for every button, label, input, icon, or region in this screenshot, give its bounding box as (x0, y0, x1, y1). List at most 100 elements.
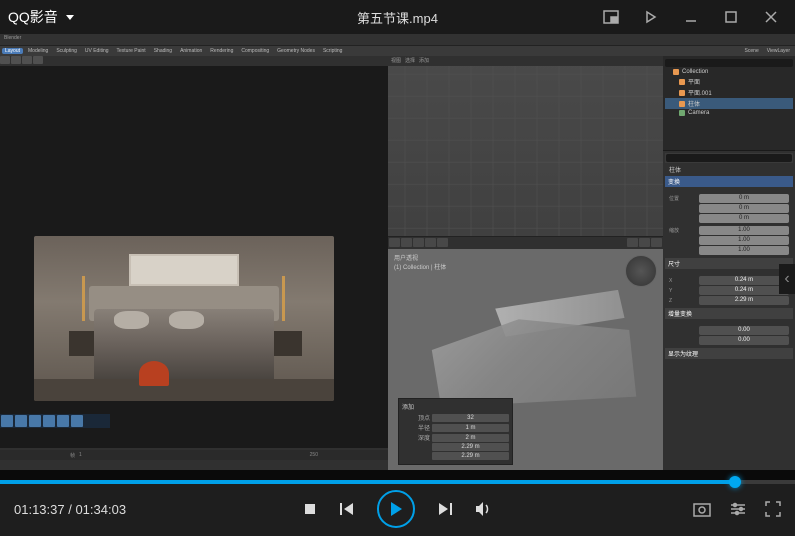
ontop-button[interactable] (635, 3, 667, 31)
delta-header: 增量变换 (665, 308, 793, 319)
3d-viewports: 视图选择添加 用户透视 (1) Collection | 柱体 (388, 56, 663, 470)
side-collapse-arrow[interactable]: ‹ (779, 264, 795, 294)
close-button[interactable] (755, 3, 787, 31)
dim-z: 2.29 m (699, 296, 789, 305)
current-time: 01:13:37 (14, 502, 65, 517)
dim-y: 0.24 m (699, 286, 789, 295)
radius-field: 1 m (432, 424, 509, 432)
shading-header (388, 237, 663, 249)
tab-comp: Compositing (238, 48, 272, 54)
scale-y: 1.00 (699, 236, 789, 245)
volume-button[interactable] (475, 501, 493, 517)
file-title: 第五节课.mp4 (357, 8, 438, 27)
tab-sculpting: Sculpting (53, 48, 80, 54)
window-titlebar: QQ影音 第五节课.mp4 (0, 0, 795, 34)
app-name: QQ影音 (8, 7, 58, 27)
taskbar-icon (43, 415, 55, 427)
blender-menubar: Blender (0, 34, 795, 46)
scale-z: 1.00 (699, 246, 789, 255)
tree-collection: Collection (665, 68, 793, 76)
shading-btn (401, 238, 412, 247)
fullscreen-button[interactable] (765, 501, 781, 517)
dims-header: 尺寸 (665, 258, 793, 269)
properties-panel: 柱体 变换 位置0 m 0 m 0 m 缩放1.00 1.00 1.00 尺寸 … (663, 151, 795, 470)
progress-fill (0, 480, 735, 484)
wall-art (129, 254, 239, 286)
shading-mode-icon (651, 238, 662, 247)
stop-button[interactable] (303, 502, 317, 516)
props-search (666, 154, 792, 162)
start-icon (1, 415, 13, 427)
shading-mode-icon (639, 238, 650, 247)
taskbar-icon (57, 415, 69, 427)
outliner-search (665, 59, 793, 67)
timeline-end: 250 (310, 452, 318, 458)
ottoman-stool (139, 361, 169, 386)
taskbar-icon (15, 415, 27, 427)
workspace-tabs: Layout Modeling Sculpting UV Editing Tex… (0, 46, 795, 56)
maximize-button[interactable] (715, 3, 747, 31)
tab-render: Rendering (207, 48, 236, 54)
scale-x: 1.00 (699, 226, 789, 235)
tree-item-selected: 柱体 (665, 98, 793, 109)
loc-x: 0 m (699, 194, 789, 203)
float-panel-title: 添加 (402, 402, 509, 411)
header-btn (22, 56, 32, 64)
header-btn (33, 56, 43, 64)
bed-mesh-wireframe (413, 277, 648, 410)
shading-btn (413, 238, 424, 247)
tree-item: Camera (665, 109, 793, 117)
tab-script: Scripting (320, 48, 345, 54)
3d-grid (388, 66, 663, 236)
video-frame[interactable]: Blender Layout Modeling Sculpting UV Edi… (0, 34, 795, 482)
tab-modeling: Modeling (25, 48, 51, 54)
tab-layout: Layout (2, 48, 23, 54)
taskbar-icon (71, 415, 83, 427)
timeline-start: 1 (79, 452, 82, 458)
image-editor-viewport: 帧 1 250 (0, 56, 388, 470)
progress-bar[interactable] (0, 480, 795, 484)
dim-x: 0.24 m (699, 276, 789, 285)
shading-btn (437, 238, 448, 247)
settings-button[interactable] (729, 501, 747, 517)
time-display: 01:13:37 / 01:34:03 (14, 502, 126, 517)
lamp-left (82, 276, 85, 321)
snapshot-button[interactable] (693, 501, 711, 517)
timeline-frame-label: 帧 (70, 452, 75, 459)
minimize-button[interactable] (675, 3, 707, 31)
app-title-dropdown[interactable]: QQ影音 (8, 7, 74, 27)
editor-type-icon (389, 238, 400, 247)
timeline-area: 帧 1 250 (0, 448, 388, 470)
duration: 01:34:03 (75, 502, 126, 517)
tree-item: 平面.001 (665, 87, 793, 98)
viewport-info: 用户透视 (1) Collection | 柱体 (394, 253, 446, 271)
tab-geonodes: Geometry Nodes (274, 48, 318, 54)
lamp-right (282, 276, 285, 321)
player-controls-bar: 01:13:37 / 01:34:03 (0, 482, 795, 536)
header-btn (11, 56, 21, 64)
prev-button[interactable] (339, 502, 355, 516)
add-cylinder-panel: 添加 顶点32 半径1 m 深度2 m 2.29 m 2.29 m (398, 398, 513, 465)
viewport-header: 视图选择添加 (388, 56, 663, 66)
relations-header: 显示为纹理 (665, 348, 793, 359)
shading-mode-icon (627, 238, 638, 247)
layer-selector: ViewLayer (764, 48, 793, 54)
windows-taskbar (0, 414, 110, 428)
delta-x: 0.00 (699, 326, 789, 335)
tab-anim: Animation (177, 48, 205, 54)
next-button[interactable] (437, 502, 453, 516)
object-name: 柱体 (665, 163, 793, 176)
delta-y: 0.00 (699, 336, 789, 345)
loc-z: 0 m (699, 214, 789, 223)
viewport-bottom: 用户透视 (1) Collection | 柱体 添加 顶点32 半径1 m 深… (388, 236, 663, 470)
viewport-top: 视图选择添加 (388, 56, 663, 236)
taskbar-icon (29, 415, 41, 427)
pip-button[interactable] (595, 3, 627, 31)
scene-selector: Scene (742, 48, 762, 54)
editor-type-icon (0, 56, 10, 64)
vertices-field: 32 (432, 414, 509, 422)
play-button[interactable] (377, 490, 415, 528)
viewport-header-left (0, 56, 388, 66)
tab-texpaint: Texture Paint (114, 48, 149, 54)
properties-sidebar: Collection 平面 平面.001 柱体 Camera 柱体 变换 位置0… (663, 56, 795, 470)
